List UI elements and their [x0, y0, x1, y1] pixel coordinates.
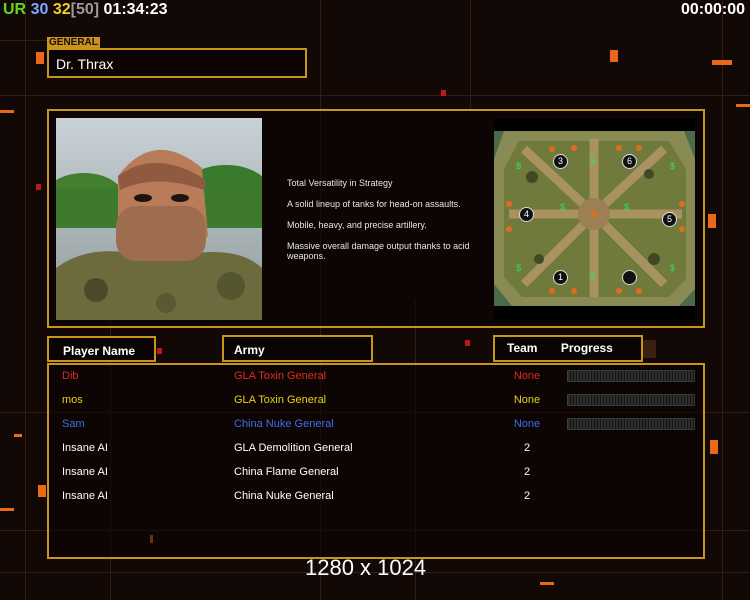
- feature-4: Massive overall damage output thanks to …: [287, 241, 470, 261]
- player-row: Insane AI GLA Demolition General 2: [49, 442, 703, 466]
- svg-text:$: $: [590, 271, 595, 281]
- countdown-timer: 00:00:00: [680, 1, 745, 18]
- header-team: Team: [507, 341, 538, 355]
- map-start-slot-6: 6: [622, 154, 637, 169]
- player-row: mos GLA Toxin General None: [49, 394, 703, 418]
- general-tag: GENERAL: [47, 37, 100, 48]
- player-name: mos: [62, 394, 83, 406]
- stat-32: 32: [52, 1, 71, 18]
- header-army: Army: [222, 335, 373, 362]
- svg-text:$: $: [670, 161, 675, 171]
- player-army: China Flame General: [234, 466, 339, 478]
- player-name: Insane AI: [62, 442, 108, 454]
- map-start-slot-4: 4: [519, 207, 534, 222]
- player-name: Insane AI: [62, 490, 108, 502]
- hud-stats: UR 30 32[50] 01:34:23: [3, 1, 168, 19]
- map-start-slot-1: 1: [553, 270, 568, 285]
- general-name-box: Dr. Thrax: [47, 48, 307, 78]
- svg-text:$: $: [590, 156, 595, 166]
- player-army: GLA Toxin General: [234, 394, 327, 406]
- feature-3: Mobile, heavy, and precise artillery.: [287, 220, 427, 230]
- resolution-label: 1280 x 1024: [305, 555, 427, 580]
- player-row: Dib GLA Toxin General None: [49, 370, 703, 394]
- progress-bar: [567, 370, 695, 382]
- player-row: Sam China Nuke General None: [49, 418, 703, 442]
- player-name: Dib: [62, 370, 79, 382]
- player-row: Insane AI China Flame General 2: [49, 466, 703, 490]
- header-team-progress: Team Progress: [493, 335, 643, 362]
- player-team: 2: [523, 490, 531, 502]
- svg-text:$: $: [516, 263, 521, 273]
- player-team: 2: [523, 442, 531, 454]
- general-name: Dr. Thrax: [56, 56, 114, 72]
- feature-2: A solid lineup of tanks for head-on assa…: [287, 199, 461, 209]
- player-list-panel: Dib GLA Toxin General None mos GLA Toxin Gen…: [47, 363, 705, 559]
- svg-text:$: $: [516, 161, 521, 171]
- header-progress: Progress: [560, 341, 613, 355]
- progress-bar: [567, 418, 695, 430]
- player-army: GLA Toxin General: [234, 370, 327, 382]
- player-team: None: [513, 418, 541, 430]
- player-name: Insane AI: [62, 466, 108, 478]
- map-preview: $ $ $ $ $ $ $ $ 3 6 4 5 1: [494, 119, 695, 320]
- svg-text:$: $: [624, 202, 629, 212]
- stat-50: [50]: [70, 1, 100, 18]
- stat-30: 30: [30, 1, 49, 18]
- elapsed-time: 01:34:23: [103, 1, 168, 18]
- player-rows: Dib GLA Toxin General None mos GLA Toxin Gen…: [49, 365, 703, 557]
- map-start-slot-3: 3: [553, 154, 568, 169]
- svg-text:$: $: [560, 202, 565, 212]
- player-army: China Nuke General: [234, 418, 334, 430]
- header-player-name: Player Name: [47, 336, 156, 362]
- player-row: Insane AI China Nuke General 2: [49, 490, 703, 514]
- player-name: Sam: [62, 418, 85, 430]
- map-start-slot-5: 5: [662, 212, 677, 227]
- general-portrait: [56, 118, 262, 320]
- player-army: China Nuke General: [234, 490, 334, 502]
- svg-text:$: $: [670, 263, 675, 273]
- player-team: None: [513, 394, 541, 406]
- map-start-slot-2: [622, 270, 637, 285]
- feature-1: Total Versatility in Strategy: [287, 178, 393, 188]
- player-team: None: [513, 370, 541, 382]
- progress-bar: [567, 394, 695, 406]
- ur-label: UR: [3, 1, 27, 18]
- player-team: 2: [523, 466, 531, 478]
- player-army: GLA Demolition General: [234, 442, 353, 454]
